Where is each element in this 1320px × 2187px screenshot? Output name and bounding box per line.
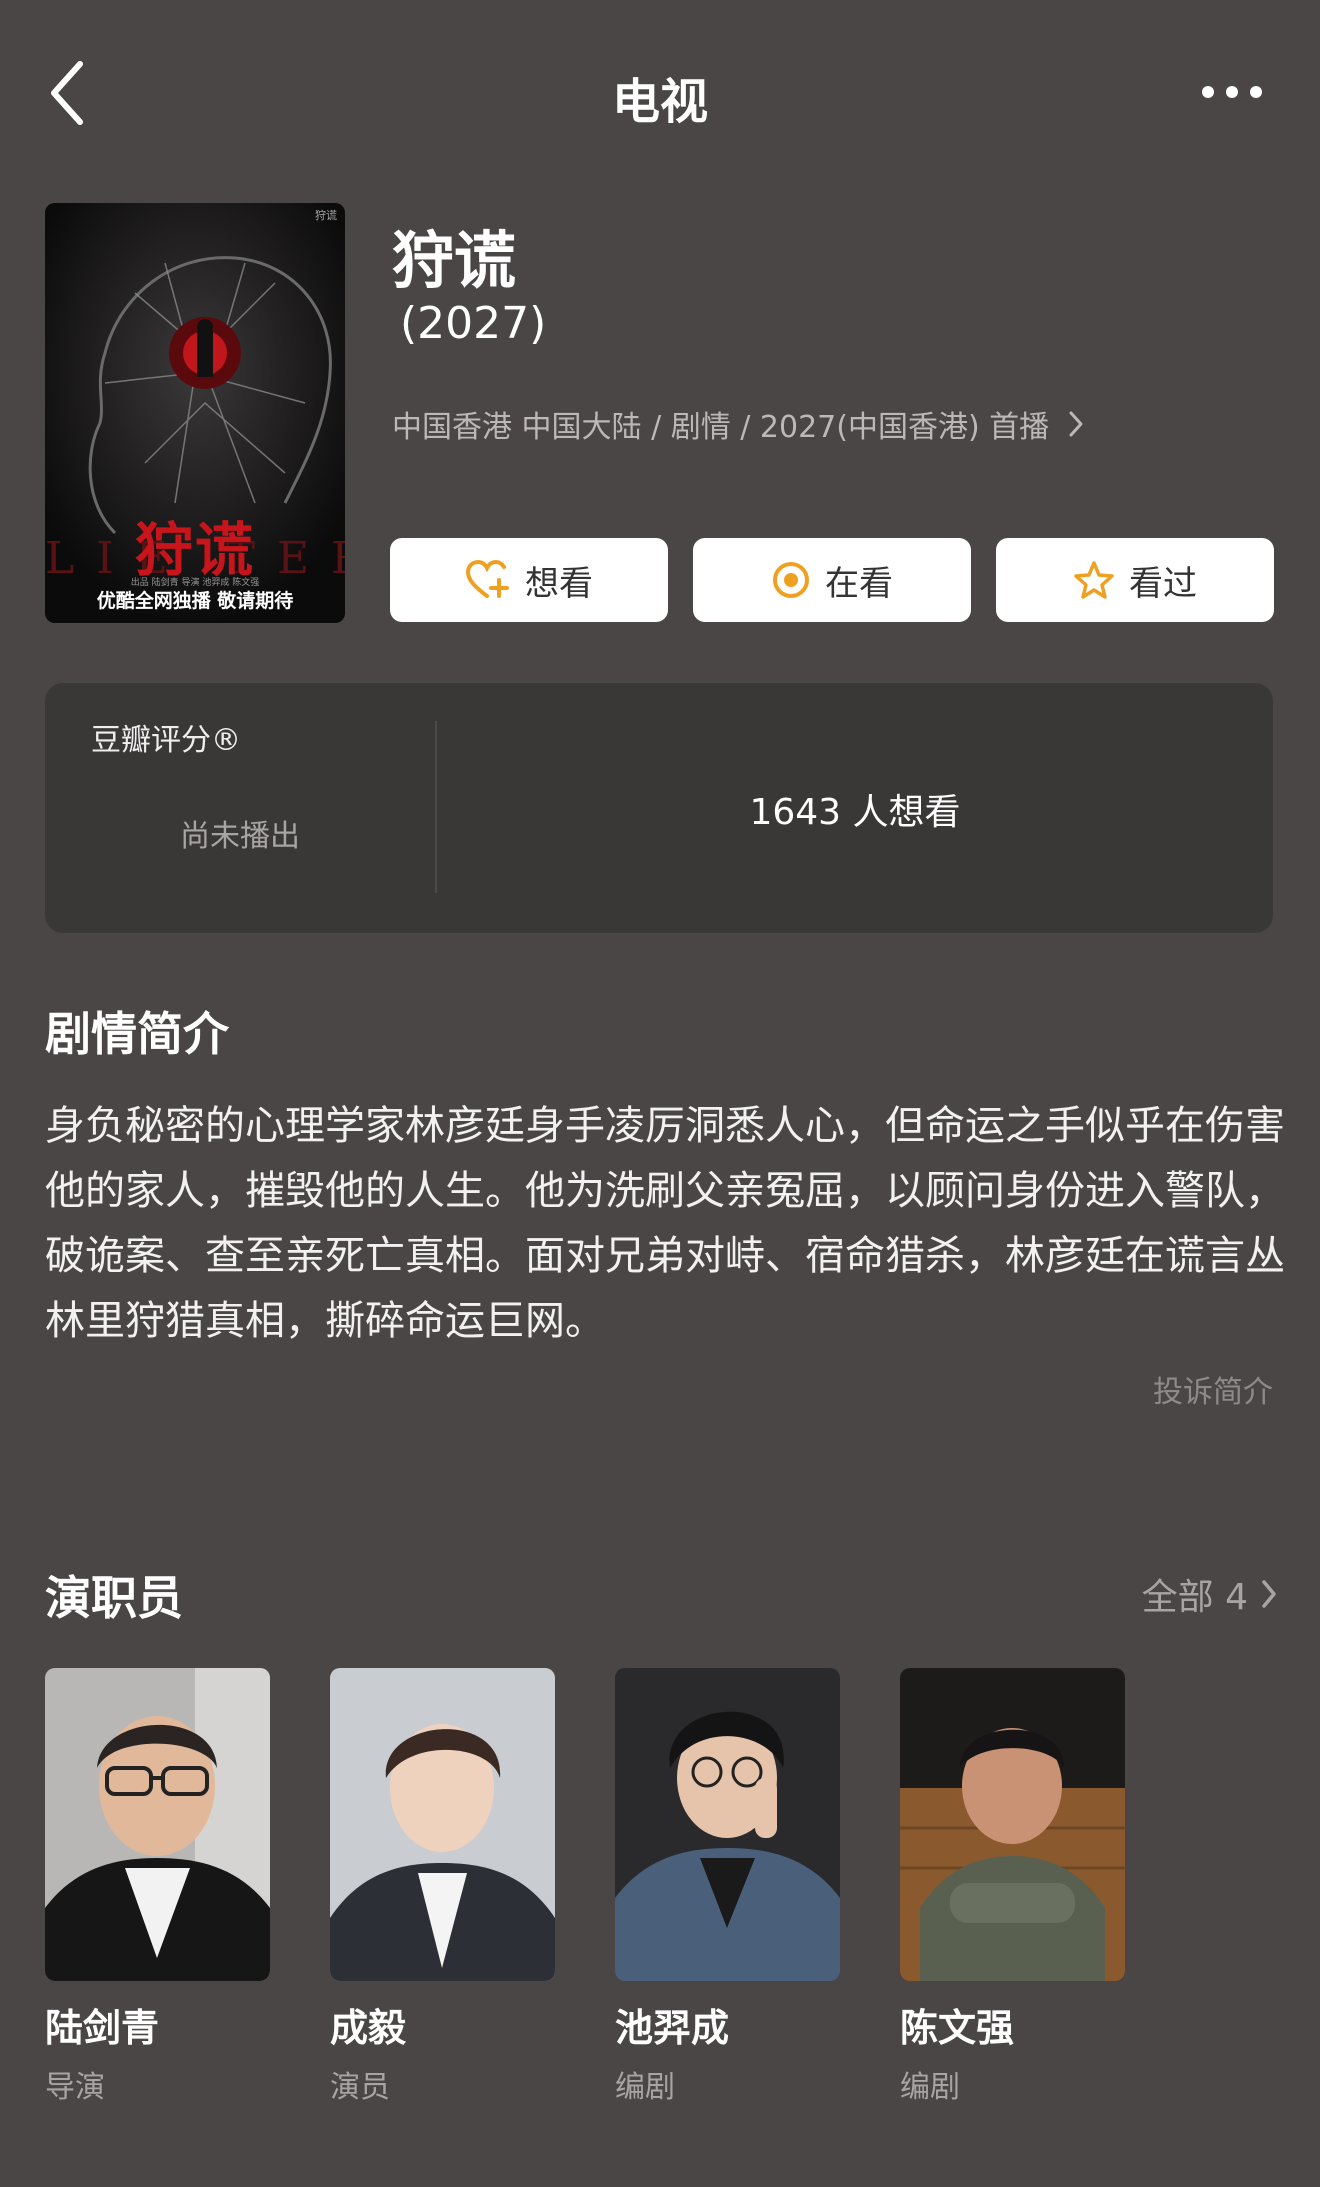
cast-card[interactable]: 池羿成 编剧	[615, 1668, 840, 2106]
page-title: 电视	[611, 74, 708, 130]
cast-name: 池羿成	[615, 2006, 730, 2050]
cast-all-label: 全部 4	[1141, 1577, 1248, 1618]
poster-caption: 优酷全网独播 敬请期待	[96, 590, 294, 612]
douban-rating-label: 豆瓣评分®	[91, 723, 241, 758]
cast-name: 陆剑青	[45, 2006, 160, 2050]
cast-role: 编剧	[900, 2070, 960, 2105]
cast-role: 演员	[330, 2070, 390, 2105]
want-to-watch-button[interactable]: 想看	[390, 538, 668, 622]
rating-status: 尚未播出	[180, 819, 300, 854]
avatar	[45, 1668, 270, 1981]
chevron-right-icon	[1069, 411, 1083, 437]
watching-label: 在看	[825, 563, 893, 604]
more-dots-icon	[1202, 86, 1262, 98]
cast-name: 陈文强	[900, 2006, 1015, 2050]
cast-title: 演职员	[45, 1571, 183, 1625]
more-button[interactable]	[1200, 80, 1264, 104]
poster-corner-text: 狩谎	[315, 209, 337, 222]
report-synopsis-link[interactable]: 投诉简介	[1153, 1367, 1273, 1411]
show-year: (2027)	[400, 298, 547, 349]
cast-role: 导演	[45, 2070, 105, 2105]
heart-plus-icon	[465, 560, 509, 598]
cast-all-link[interactable]: 全部 4	[1142, 1568, 1278, 1620]
person-photo	[330, 1668, 555, 1981]
cast-card[interactable]: 陆剑青 导演	[45, 1668, 270, 2106]
watched-button[interactable]: 看过	[996, 538, 1274, 622]
chevron-right-icon	[1262, 1580, 1276, 1608]
star-icon	[1074, 561, 1114, 599]
person-photo	[900, 1668, 1125, 1981]
want-count[interactable]: 1643 人想看	[437, 783, 1273, 835]
synopsis-title: 剧情简介	[45, 1007, 229, 1061]
target-icon	[773, 562, 809, 598]
rating-card: 豆瓣评分® 尚未播出 1643 人想看	[45, 683, 1273, 933]
show-meta-link[interactable]: 中国香港 中国大陆 / 剧情 / 2027(中国香港) 首播	[392, 402, 1085, 446]
cast-card[interactable]: 成毅 演员	[330, 1668, 555, 2106]
avatar	[615, 1668, 840, 1981]
show-meta-text: 中国香港 中国大陆 / 剧情 / 2027(中国香港) 首播	[392, 410, 1050, 445]
avatar	[330, 1668, 555, 1981]
person-photo	[45, 1668, 270, 1981]
cast-card[interactable]: 陈文强 编剧	[900, 1668, 1125, 2106]
watched-label: 看过	[1129, 563, 1197, 604]
avatar	[900, 1668, 1125, 1981]
poster-image[interactable]: LIE TER 狩谎 狩谎 出品 陆剑青 导演 池羿成 陈文强 优酷全网独播 敬…	[45, 203, 345, 623]
watching-button[interactable]: 在看	[693, 538, 971, 622]
want-to-watch-label: 想看	[525, 563, 593, 604]
top-bar: 电视	[0, 0, 1320, 185]
show-title: 狩谎	[392, 224, 517, 297]
cast-name: 成毅	[330, 2006, 407, 2050]
cast-role: 编剧	[615, 2070, 675, 2105]
synopsis-text: 身负秘密的心理学家林彦廷身手凌厉洞悉人心，但命运之手似乎在伤害他的家人，摧毁他的…	[45, 1103, 1285, 1344]
person-photo	[615, 1668, 840, 1981]
